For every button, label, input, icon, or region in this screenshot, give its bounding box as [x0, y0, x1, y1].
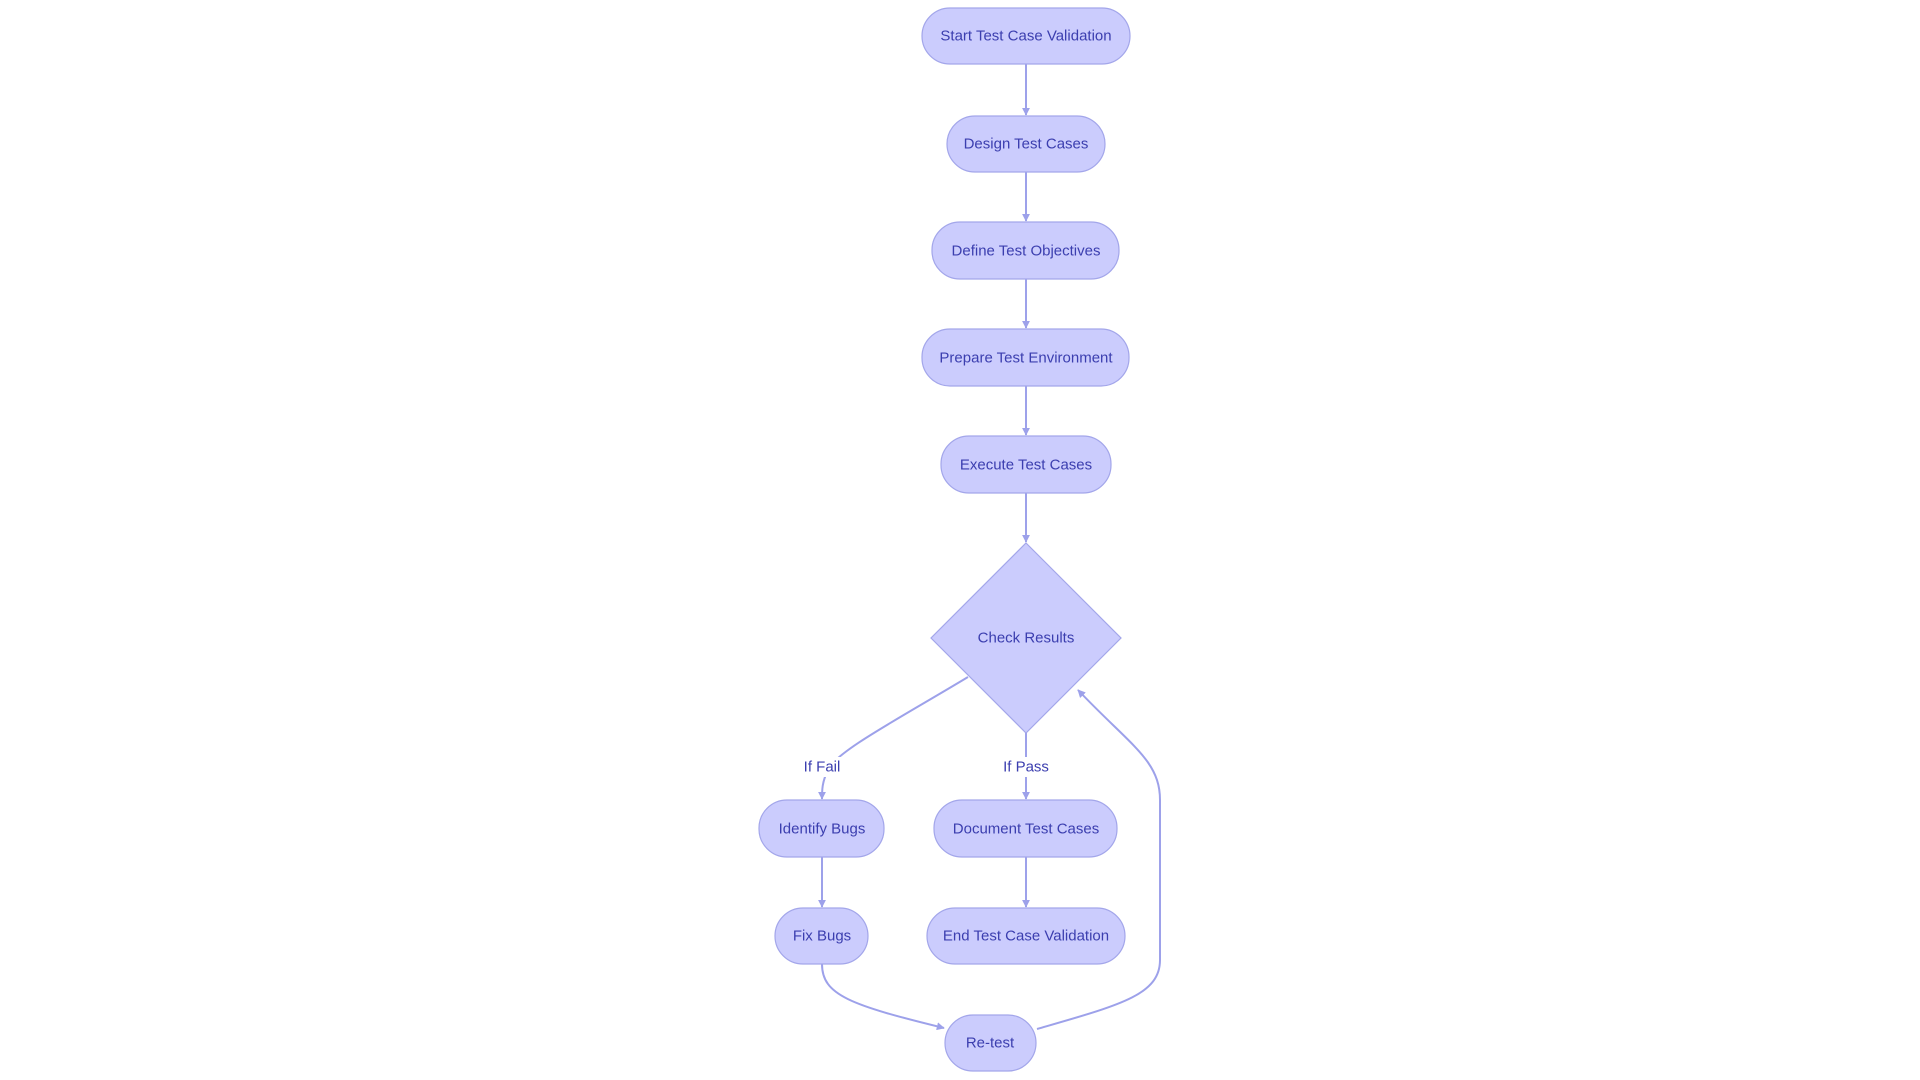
node-label: Prepare Test Environment	[939, 350, 1113, 367]
edges	[818, 64, 1161, 1031]
node-define[interactable]: Define Test Objectives	[931, 221, 1120, 280]
node-label: Execute Test Cases	[960, 457, 1092, 474]
edge-retest-check	[1036, 689, 1161, 1030]
node-label: Document Test Cases	[953, 821, 1099, 838]
nodes: Start Test Case Validation Design Test C…	[758, 7, 1131, 1072]
node-prepare[interactable]: Prepare Test Environment	[921, 328, 1130, 387]
node-fix[interactable]: Fix Bugs	[774, 907, 869, 965]
edge-labels: If Fail If Pass	[802, 757, 1049, 777]
edge-label-text: If Fail	[804, 759, 841, 776]
node-end[interactable]: End Test Case Validation	[926, 907, 1126, 965]
edge-label-if-fail: If Fail	[802, 757, 842, 777]
node-retest[interactable]: Re-test	[944, 1014, 1037, 1072]
node-label: End Test Case Validation	[943, 928, 1109, 945]
node-start[interactable]: Start Test Case Validation	[921, 7, 1131, 65]
flowchart: If Fail If Pass Start Test Case Validati…	[758, 7, 1161, 1072]
node-design[interactable]: Design Test Cases	[946, 115, 1106, 173]
node-label: Define Test Objectives	[952, 243, 1101, 260]
edge-check-identify	[818, 676, 969, 800]
node-identify[interactable]: Identify Bugs	[758, 799, 885, 858]
node-label: Fix Bugs	[793, 928, 851, 945]
node-label: Identify Bugs	[779, 821, 866, 838]
edge-label-if-pass: If Pass	[1003, 757, 1049, 777]
node-execute[interactable]: Execute Test Cases	[940, 435, 1112, 494]
edge-label-text: If Pass	[1003, 759, 1049, 776]
node-label: Design Test Cases	[964, 136, 1089, 153]
node-document[interactable]: Document Test Cases	[933, 799, 1118, 858]
node-label: Check Results	[978, 630, 1075, 647]
node-label: Re-test	[966, 1035, 1015, 1052]
node-label: Start Test Case Validation	[940, 28, 1111, 45]
edge-fix-retest	[821, 963, 945, 1031]
